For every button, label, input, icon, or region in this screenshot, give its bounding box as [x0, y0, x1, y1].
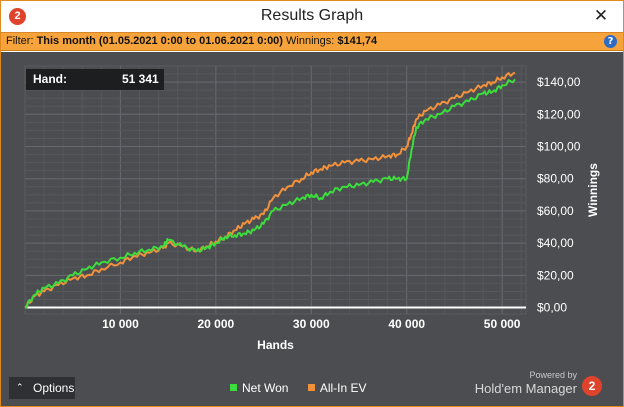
chart-legend: Net Won All-In EV: [230, 380, 383, 396]
y-axis-title: Winnings: [586, 163, 600, 217]
options-label: Options: [33, 381, 75, 395]
x-tick-label: 20 000: [198, 317, 235, 331]
close-button[interactable]: ✕: [579, 1, 623, 32]
legend-label-net-won: Net Won: [242, 381, 289, 395]
x-axis-title: Hands: [257, 338, 294, 352]
title-bar[interactable]: 2 Results Graph ✕: [1, 1, 623, 32]
winnings-value: $141,74: [337, 35, 378, 47]
options-button[interactable]: ⌃ Options: [9, 377, 75, 399]
y-tick-label: $140,00: [537, 75, 581, 89]
y-tick-label: $40,00: [537, 236, 574, 250]
help-icon[interactable]: ?: [604, 35, 617, 48]
x-tick-label: 40 000: [388, 317, 425, 331]
results-chart: 10 000 20 000 30 000 40 000 50 000 $0,00 $20,0…: [24, 65, 600, 352]
x-tick-label: 10 000: [102, 317, 139, 331]
y-tick-label: $120,00: [537, 107, 581, 121]
chart-area: 10 000 20 000 30 000 40 000 50 000 $0,00 $20,0…: [1, 52, 623, 406]
filter-range: This month (01.05.2021 0:00 to 01.06.202…: [36, 35, 283, 47]
legend-item-all-in-ev[interactable]: All-In EV: [307, 380, 367, 396]
powered-by-text: Powered by: [529, 370, 577, 380]
filter-bar: Filter: This month (01.05.2021 0:00 to 0…: [1, 32, 623, 51]
window-title: Results Graph: [260, 7, 364, 24]
hm-logo-icon: 2: [582, 376, 602, 396]
hand-label: Hand:: [33, 72, 67, 86]
filter-prefix: Filter:: [6, 35, 34, 47]
winnings-label: Winnings:: [286, 35, 335, 47]
legend-swatch-net-won: [230, 384, 237, 391]
x-tick-label: 30 000: [293, 317, 330, 331]
y-tick-label: $0,00: [537, 301, 567, 315]
powered-by-branding: Powered by Hold'em Manager 2: [475, 370, 604, 400]
y-tick-label: $100,00: [537, 140, 581, 154]
plot-area: [24, 65, 527, 315]
results-graph-window: 2 Results Graph ✕ Filter: This month (01…: [0, 0, 624, 407]
hand-value: 51 341: [122, 72, 159, 86]
legend-item-net-won[interactable]: Net Won: [230, 380, 288, 396]
legend-swatch-all-in-ev: [307, 384, 315, 391]
y-tick-label: $80,00: [537, 172, 574, 186]
y-tick-label: $60,00: [537, 204, 574, 218]
chevron-up-icon: ⌃: [16, 383, 24, 393]
y-tick-label: $20,00: [537, 268, 574, 282]
product-name: Hold'em Manager: [474, 381, 577, 396]
x-tick-label: 50 000: [484, 317, 521, 331]
legend-label-all-in-ev: All-In EV: [319, 381, 367, 395]
hand-readout: Hand: 51 341: [26, 69, 164, 90]
